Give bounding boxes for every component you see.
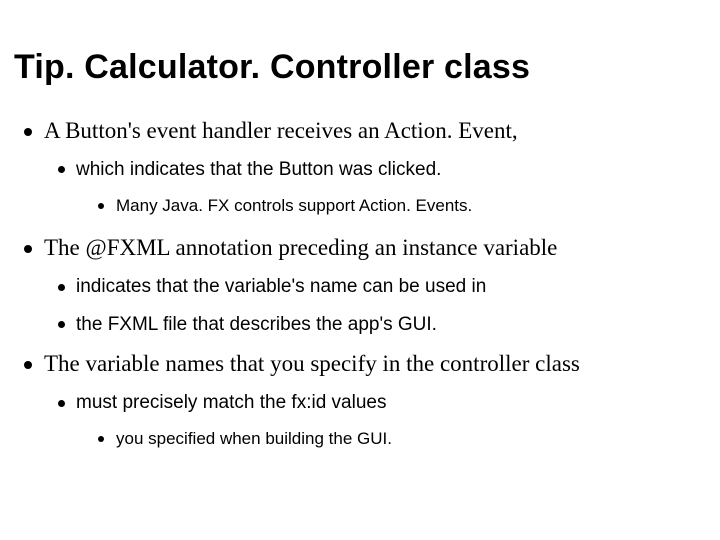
bullet-l3: Many Java. FX controls support Action. E… (14, 194, 706, 219)
bullet-l1: The @FXML annotation preceding an instan… (14, 232, 706, 263)
bullet-text: A Button's event handler receives an Act… (44, 118, 518, 143)
disc-icon (58, 321, 65, 328)
disc-icon (98, 203, 104, 209)
bullet-l2: the FXML file that describes the app's G… (14, 311, 706, 339)
bullet-text: The variable names that you specify in t… (44, 351, 580, 376)
disc-icon (58, 284, 65, 291)
disc-icon (24, 245, 32, 253)
slide-title: Tip. Calculator. Controller class (14, 48, 706, 87)
bullet-text: Many Java. FX controls support Action. E… (116, 196, 472, 215)
disc-icon (58, 166, 65, 173)
disc-icon (24, 128, 32, 136)
bullet-text: must precisely match the fx:id values (76, 392, 386, 413)
bullet-text: the FXML file that describes the app's G… (76, 314, 437, 335)
bullet-text: which indicates that the Button was clic… (76, 159, 441, 180)
bullet-l1: The variable names that you specify in t… (14, 348, 706, 379)
bullet-text: indicates that the variable's name can b… (76, 276, 486, 297)
bullet-l1: A Button's event handler receives an Act… (14, 115, 706, 146)
disc-icon (58, 400, 65, 407)
bullet-l2: indicates that the variable's name can b… (14, 273, 706, 301)
bullet-l3: you specified when building the GUI. (14, 427, 706, 452)
disc-icon (98, 436, 104, 442)
disc-icon (24, 361, 32, 369)
bullet-l2: which indicates that the Button was clic… (14, 156, 706, 184)
bullet-text: you specified when building the GUI. (116, 429, 392, 448)
bullet-text: The @FXML annotation preceding an instan… (44, 235, 557, 260)
bullet-l2: must precisely match the fx:id values (14, 389, 706, 417)
